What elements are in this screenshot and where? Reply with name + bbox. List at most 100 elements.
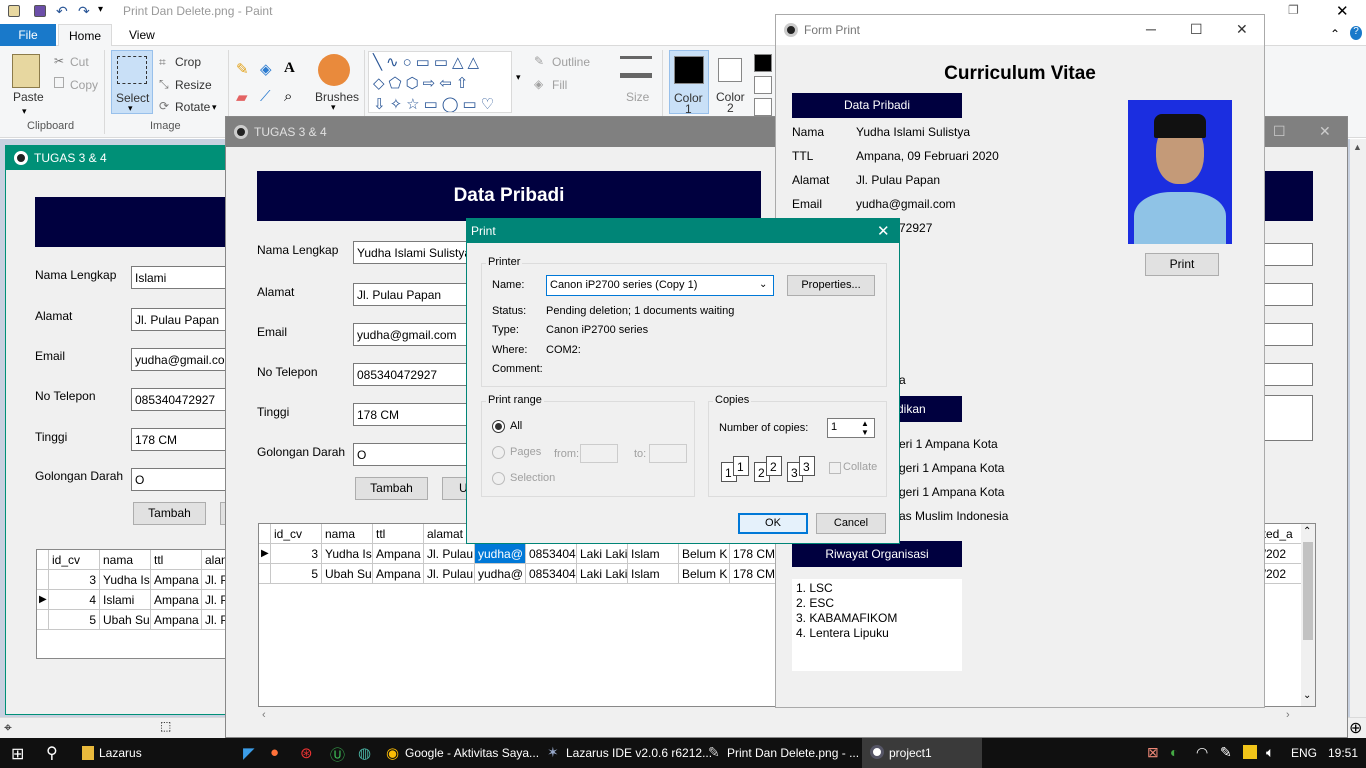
vscode-icon[interactable]: ◤: [243, 744, 255, 762]
shapes-expand-icon[interactable]: ▾: [516, 72, 521, 83]
maximize-icon[interactable]: ☐: [1273, 123, 1286, 140]
copies-spinner[interactable]: 1 ▲ ▼: [827, 418, 875, 438]
tray-checkmark-icon[interactable]: [1243, 745, 1257, 759]
firefox-icon[interactable]: ●: [270, 744, 279, 761]
grid-cell[interactable]: Ampana: [151, 570, 202, 590]
close-icon[interactable]: ✕: [877, 222, 890, 240]
tinggi-input[interactable]: 178 CM: [353, 403, 468, 426]
size-icon[interactable]: [620, 56, 652, 78]
help-icon[interactable]: ?: [1350, 26, 1362, 40]
taskbar-item-lazarus[interactable]: Lazarus: [99, 746, 142, 760]
radio-pages[interactable]: [492, 446, 505, 459]
print-button[interactable]: Print: [1145, 253, 1219, 276]
grid-cell[interactable]: Yudha Is: [322, 544, 373, 564]
radio-selection-label[interactable]: Selection: [510, 472, 555, 484]
alamat-input[interactable]: Jl. Pulau Papan: [131, 308, 231, 331]
grid-cell[interactable]: 08534047: [526, 544, 577, 564]
wifi-icon[interactable]: ◠: [1196, 744, 1208, 761]
grid-vertical-scrollbar[interactable]: ⌃ ⌄: [1301, 524, 1315, 706]
paste-button[interactable]: Paste: [13, 90, 44, 104]
maximize-icon[interactable]: ☐: [1190, 21, 1203, 38]
search-icon[interactable]: ⚲: [46, 743, 58, 763]
cut-button[interactable]: Cut: [70, 55, 89, 69]
grid-cell[interactable]: Islami: [100, 590, 151, 610]
ok-button[interactable]: OK: [738, 513, 808, 534]
properties-button[interactable]: Properties...: [787, 275, 875, 296]
collapse-ribbon-icon[interactable]: ⌃: [1330, 27, 1340, 41]
grid-cell-selected[interactable]: yudha@: [475, 544, 526, 564]
grid-cell[interactable]: Ampana: [151, 590, 202, 610]
clock[interactable]: 19:51: [1328, 746, 1358, 760]
taskbar-item-chrome[interactable]: Google - Aktivitas Saya...: [405, 746, 539, 760]
grid-cell[interactable]: Ampana: [151, 610, 202, 630]
collate-label[interactable]: Collate: [843, 461, 877, 473]
grid-col-header[interactable]: id_cv: [49, 550, 100, 570]
telepon-input[interactable]: 085340472927: [131, 388, 231, 411]
magnifier-icon[interactable]: ⌕: [284, 88, 292, 105]
grid-cell[interactable]: yudha@: [475, 564, 526, 584]
palette-black[interactable]: [754, 54, 772, 72]
shapes-gallery[interactable]: ╲∿○▭▭△△ ◇⬠⬡⇨⇦⇧ ⇩✧☆▭◯▭♡: [368, 51, 512, 113]
close-icon[interactable]: ✕: [1236, 21, 1248, 38]
brushes-dropdown-icon[interactable]: ▾: [331, 102, 336, 113]
outline-button[interactable]: Outline: [552, 55, 590, 69]
printer-name-select[interactable]: Canon iP2700 series (Copy 1) ⌄: [546, 275, 774, 296]
from-input[interactable]: [580, 444, 618, 463]
color1-button[interactable]: Color 1: [669, 50, 709, 116]
undo-icon[interactable]: ↶: [56, 3, 68, 20]
app-icon-red[interactable]: ⊛: [300, 744, 313, 762]
grid-cell[interactable]: 3: [49, 570, 100, 590]
scroll-up-icon[interactable]: ⌃: [1303, 526, 1311, 537]
color2-swatch[interactable]: [718, 58, 742, 82]
scroll-thumb[interactable]: [1303, 542, 1313, 640]
restore-icon[interactable]: ❐: [1288, 3, 1299, 17]
paste-dropdown-icon[interactable]: ▾: [22, 106, 27, 117]
brushes-button[interactable]: Brushes: [315, 90, 359, 104]
rotate-button[interactable]: Rotate: [175, 100, 210, 114]
grid-cell[interactable]: Belum K: [679, 564, 730, 584]
fill-bucket-icon[interactable]: ◈: [260, 60, 272, 78]
language-indicator[interactable]: ENG: [1291, 746, 1317, 760]
palette-custom[interactable]: [754, 98, 772, 116]
grid-cell[interactable]: 5: [49, 610, 100, 630]
grid-cell[interactable]: 5: [271, 564, 322, 584]
minimize-icon[interactable]: ─: [1146, 21, 1156, 37]
right-memo[interactable]: [1263, 395, 1313, 441]
tray-app-icon[interactable]: ⊠: [1147, 744, 1159, 761]
right-input-1[interactable]: [1263, 243, 1313, 266]
palette-white[interactable]: [754, 76, 772, 94]
right-input-2[interactable]: [1263, 283, 1313, 306]
grid-cell[interactable]: Ampana: [373, 544, 424, 564]
radio-selection[interactable]: [492, 472, 505, 485]
grid-col-header[interactable]: id_cv: [271, 524, 322, 544]
grid-cell[interactable]: Jl. Pulau: [424, 564, 475, 584]
alamat-input[interactable]: Jl. Pulau Papan: [353, 283, 468, 306]
tab-home[interactable]: Home: [58, 24, 112, 47]
spinner-arrows-icon[interactable]: ▲ ▼: [861, 419, 869, 437]
app-icon-green[interactable]: Ⓤ: [330, 744, 345, 765]
radio-pages-label[interactable]: Pages: [510, 446, 541, 458]
grid-cell[interactable]: Islam: [628, 544, 679, 564]
grid-col-header[interactable]: nama: [100, 550, 151, 570]
brushes-icon[interactable]: [318, 54, 350, 86]
app-icon-teal[interactable]: ◍: [358, 744, 371, 762]
ubah-button[interactable]: U: [442, 477, 468, 500]
grid-cell[interactable]: 178 CM: [730, 564, 777, 584]
email-input[interactable]: yudha@gmail.com: [353, 323, 468, 346]
to-input[interactable]: [649, 444, 687, 463]
tambah-button[interactable]: Tambah: [355, 477, 428, 500]
golongan-darah-input[interactable]: O: [131, 468, 231, 491]
color-picker-icon[interactable]: ⟋: [260, 88, 271, 105]
windows-start-icon[interactable]: ⊞: [11, 744, 24, 764]
scroll-down-icon[interactable]: ⌄: [1303, 690, 1311, 701]
close-icon[interactable]: ✕: [1319, 123, 1331, 140]
select-button[interactable]: Select ▾: [111, 50, 153, 114]
nama-input[interactable]: Yudha Islami Sulistya: [353, 241, 468, 264]
quick-access-menu-icon[interactable]: ▾: [98, 4, 103, 15]
scroll-right-icon[interactable]: ›: [1286, 709, 1290, 721]
volume-icon[interactable]: 🔈︎: [1266, 744, 1274, 761]
golongan-darah-input[interactable]: O: [353, 443, 468, 466]
right-input-3[interactable]: [1263, 323, 1313, 346]
paste-icon[interactable]: [12, 54, 40, 88]
grid-cell[interactable]: Laki Laki: [577, 544, 628, 564]
